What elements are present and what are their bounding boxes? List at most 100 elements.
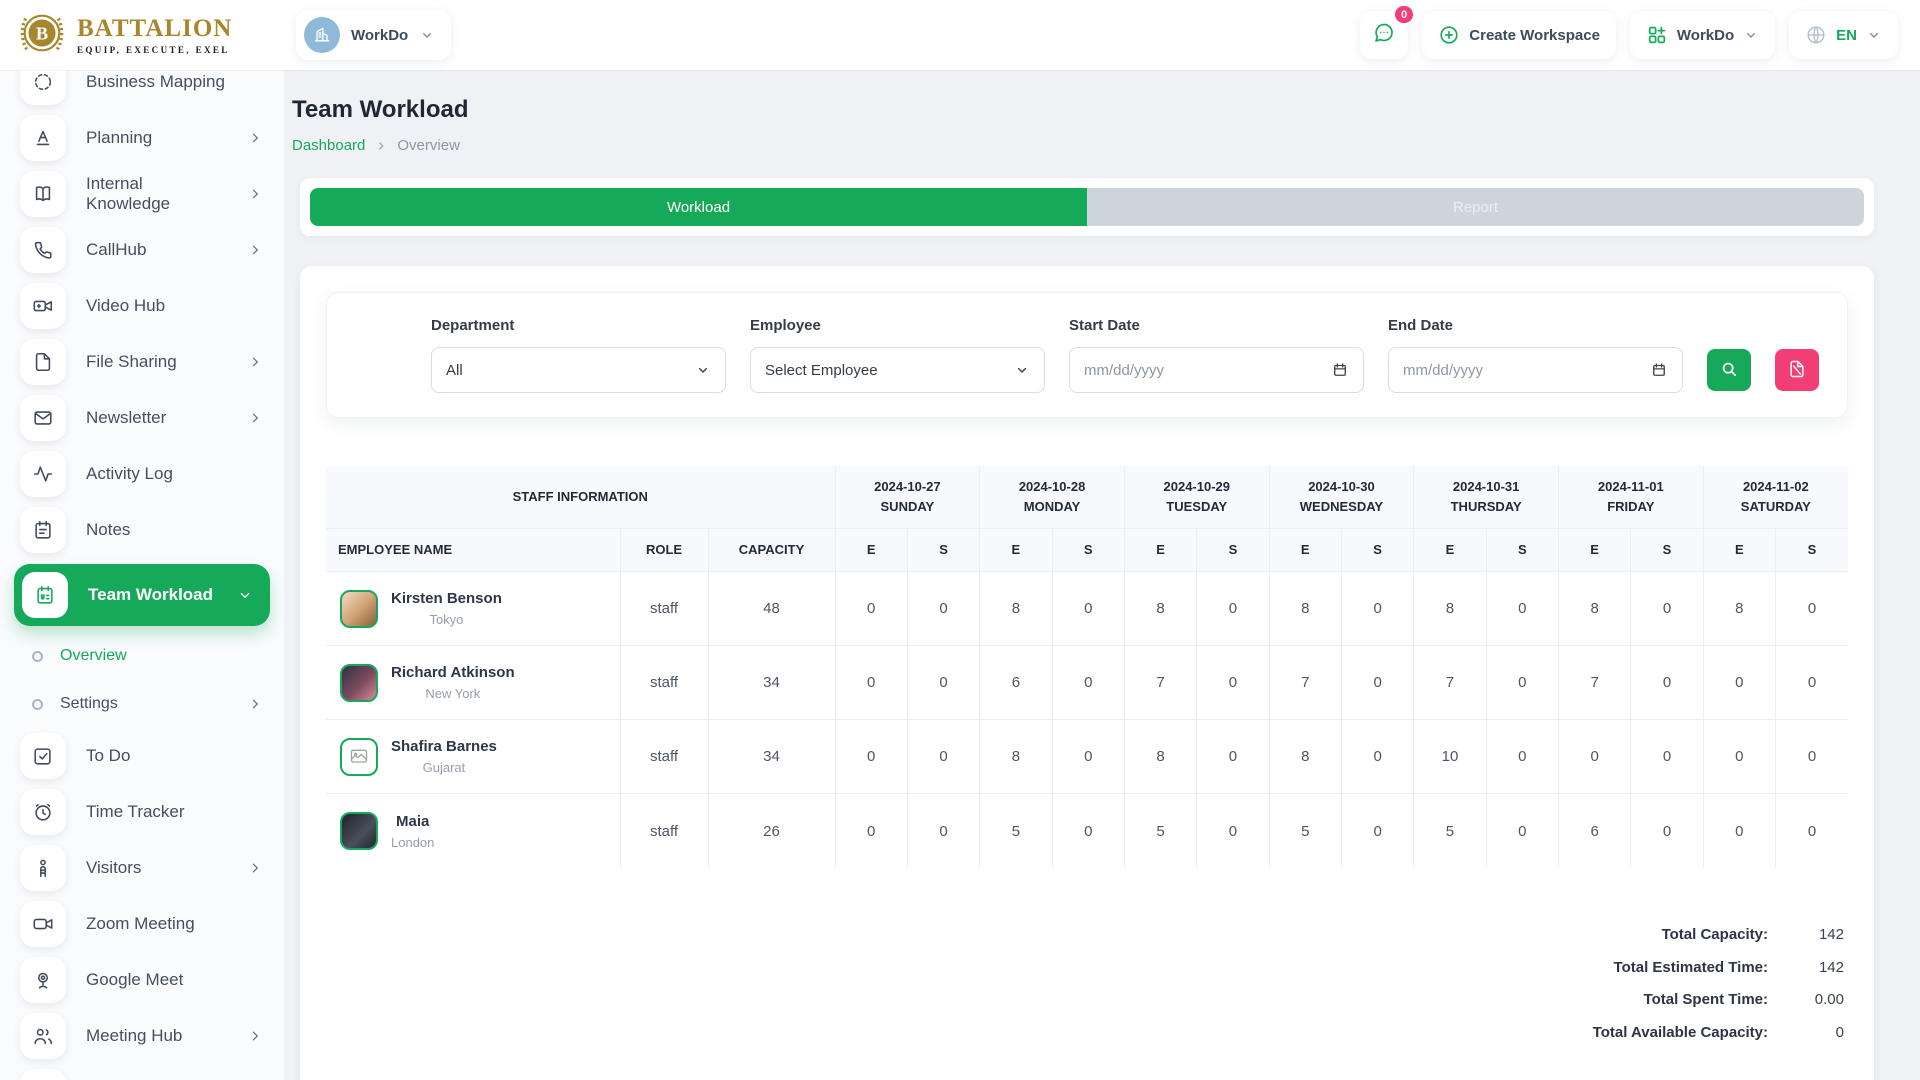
sidebar-subitem-settings[interactable]: Settings [0, 680, 284, 728]
sidebar-item-time-tracker[interactable]: Time Tracker [0, 784, 284, 840]
capacity-cell: 26 [708, 794, 835, 868]
column-spent: S [1052, 529, 1124, 572]
calendar-icon [1331, 361, 1349, 379]
avatar [340, 812, 378, 850]
sidebar-subitem-overview[interactable]: Overview [0, 632, 284, 680]
total-label: Total Estimated Time: [1592, 957, 1768, 979]
chevron-down-icon [1743, 27, 1759, 43]
sidebar-item-label: Business Mapping [86, 72, 225, 92]
spent-value: 0 [1776, 794, 1849, 868]
spent-value: 0 [1486, 646, 1558, 720]
column-spent: S [1776, 529, 1849, 572]
estimated-value: 5 [1124, 794, 1196, 868]
spent-value: 0 [1486, 720, 1558, 794]
sidebar-item-team-workload[interactable]: Team Workload [14, 564, 270, 626]
spent-value: 0 [1631, 572, 1703, 646]
sidebar-item-newsletter[interactable]: Newsletter [0, 390, 284, 446]
employee-location: New York [391, 686, 515, 701]
chevron-down-icon [236, 586, 254, 604]
sidebar-item-video-hub[interactable]: Video Hub [0, 278, 284, 334]
sidebar-item-planning[interactable]: Planning [0, 110, 284, 166]
sidebar-item-google-meet[interactable]: Google Meet [0, 952, 284, 1008]
total-value: 142 [1768, 957, 1844, 979]
estimated-value: 10 [1414, 720, 1486, 794]
spent-value: 0 [1631, 794, 1703, 868]
workdo-menu-button[interactable]: WorkDo [1630, 11, 1775, 59]
sidebar-item-label: Activity Log [86, 464, 173, 484]
employee-name: Kirsten Benson [391, 590, 502, 607]
department-label: Department [431, 317, 726, 334]
employee-select[interactable]: Select Employee [750, 347, 1045, 393]
planning-icon [20, 115, 66, 161]
sidebar-item-business-mapping[interactable]: Business Mapping [0, 70, 284, 110]
workload-table: STAFF INFORMATION2024-10-27SUNDAY2024-10… [326, 466, 1848, 868]
estimated-value: 8 [1124, 572, 1196, 646]
workspace-label: WorkDo [351, 27, 408, 44]
start-date-input[interactable]: mm/dd/yyyy [1069, 347, 1364, 393]
tab-report[interactable]: Report [1087, 188, 1864, 226]
estimated-value: 0 [835, 720, 907, 794]
spent-value: 0 [1052, 794, 1124, 868]
estimated-value: 0 [835, 572, 907, 646]
total-row: Total Estimated Time:142 [1592, 957, 1844, 979]
column-estimated: E [1703, 529, 1775, 572]
breadcrumb: Dashboard Overview [292, 137, 1874, 154]
sidebar-item-activity-log[interactable]: Activity Log [0, 446, 284, 502]
end-date-input[interactable]: mm/dd/yyyy [1388, 347, 1683, 393]
sidebar-item-callhub[interactable]: CallHub [0, 222, 284, 278]
breadcrumb-dashboard-link[interactable]: Dashboard [292, 137, 365, 154]
sidebar-item-label: Time Tracker [86, 802, 185, 822]
battalion-emblem-icon: B [16, 7, 68, 64]
employee-cell: Kirsten Benson Tokyo [326, 572, 620, 646]
table-row: Shafira Barnes Gujarat staff340080808010… [326, 720, 1848, 794]
search-button[interactable] [1707, 349, 1751, 391]
chevron-right-icon [246, 353, 264, 371]
search-icon [1719, 359, 1739, 382]
day-header: 2024-10-29TUESDAY [1124, 466, 1269, 529]
staff-information-header: STAFF INFORMATION [326, 466, 835, 529]
sidebar-item-file-sharing[interactable]: File Sharing [0, 334, 284, 390]
messages-button[interactable]: 0 [1360, 11, 1408, 59]
workspace-selector[interactable]: WorkDo [296, 10, 451, 60]
spent-value: 0 [1052, 720, 1124, 794]
department-select[interactable]: All [431, 347, 726, 393]
sidebar-item-label: Team Workload [88, 585, 213, 605]
capacity-cell: 34 [708, 720, 835, 794]
estimated-value: 8 [1414, 572, 1486, 646]
notes-icon [20, 507, 66, 553]
estimated-value: 7 [1414, 646, 1486, 720]
table-row: Maia London staff2600505050506000 [326, 794, 1848, 868]
chevron-down-icon [419, 27, 435, 43]
tab-workload[interactable]: Workload [310, 188, 1087, 226]
employee-location: Gujarat [391, 760, 497, 775]
sidebar-item-label: To Do [86, 746, 130, 766]
sidebar-item-feedback[interactable]: Feedback [0, 1064, 284, 1080]
employee-field: Employee Select Employee [750, 317, 1045, 393]
spent-value: 0 [1052, 646, 1124, 720]
tab-card: Workload Report [300, 178, 1874, 236]
sidebar-item-meeting-hub[interactable]: Meeting Hub [0, 1008, 284, 1064]
spent-value: 0 [1631, 646, 1703, 720]
sidebar-item-visitors[interactable]: Visitors [0, 840, 284, 896]
employee-cell: Shafira Barnes Gujarat [326, 720, 620, 794]
sidebar-item-notes[interactable]: Notes [0, 502, 284, 558]
spent-value: 0 [907, 572, 979, 646]
sidebar-item-internal-knowledge[interactable]: Internal Knowledge [0, 166, 284, 222]
column-spent: S [1631, 529, 1703, 572]
estimated-value: 8 [1703, 572, 1775, 646]
chevron-right-icon [246, 241, 264, 259]
estimated-value: 5 [980, 794, 1052, 868]
create-workspace-button[interactable]: Create Workspace [1422, 11, 1616, 59]
video-hub-icon [20, 283, 66, 329]
sidebar-item-zoom-meeting[interactable]: Zoom Meeting [0, 896, 284, 952]
language-selector[interactable]: EN [1789, 11, 1898, 59]
plus-circle-icon [1438, 24, 1460, 46]
estimated-value: 7 [1558, 646, 1630, 720]
employee-label: Employee [750, 317, 1045, 334]
file-slash-icon [1787, 359, 1807, 382]
sidebar-item-label: Notes [86, 520, 130, 540]
sidebar-item-to-do[interactable]: To Do [0, 728, 284, 784]
reset-filter-button[interactable] [1775, 349, 1819, 391]
spent-value: 0 [907, 646, 979, 720]
spent-value: 0 [1052, 572, 1124, 646]
